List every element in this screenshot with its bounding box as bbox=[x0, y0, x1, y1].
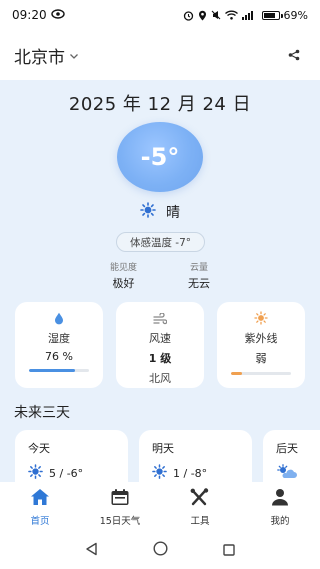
system-nav-bar bbox=[0, 532, 320, 569]
wind-title: 风速 bbox=[149, 332, 171, 345]
uv-title: 紫外线 bbox=[244, 332, 278, 345]
droplet-icon bbox=[54, 310, 64, 325]
cloud-cover-stat: 云量 无云 bbox=[188, 260, 210, 291]
current-temperature: -5° bbox=[140, 143, 180, 171]
wind-icon bbox=[153, 310, 168, 325]
condition-text: 晴 bbox=[166, 205, 180, 221]
mute-icon bbox=[211, 10, 221, 20]
partly-cloudy-icon bbox=[276, 464, 298, 482]
battery-percent: 69% bbox=[283, 8, 308, 22]
wifi-icon bbox=[224, 10, 238, 20]
nav-home[interactable]: 首页 bbox=[0, 488, 80, 527]
uv-value: 弱 bbox=[255, 352, 267, 365]
forecast-day: 明天 bbox=[152, 442, 174, 455]
visibility-value: 极好 bbox=[112, 277, 135, 290]
top-bar: 北京市 bbox=[0, 30, 320, 80]
sun-icon bbox=[140, 202, 156, 222]
uv-bar bbox=[231, 372, 291, 375]
forecast-row[interactable]: 今天 5 / -6° 明天 1 / -8° 后天 bbox=[15, 430, 320, 482]
uv-card[interactable]: 紫外线 弱 bbox=[217, 302, 305, 388]
battery-icon bbox=[261, 10, 283, 20]
eye-icon bbox=[50, 8, 65, 22]
forecast-title: 未来三天 bbox=[14, 405, 70, 421]
sun-icon bbox=[28, 464, 43, 482]
detail-cards: 湿度 76 % 风速 1 级 北风 紫外线 弱 bbox=[15, 302, 305, 388]
feels-like-badge: 体感温度 -7° bbox=[116, 232, 205, 252]
chevron-down-icon bbox=[69, 45, 79, 65]
nav-profile[interactable]: 我的 bbox=[240, 488, 320, 527]
forecast-card-today[interactable]: 今天 5 / -6° bbox=[15, 430, 128, 482]
share-button[interactable] bbox=[282, 43, 306, 67]
status-bar: 09:20 69% bbox=[0, 0, 320, 30]
sun-icon bbox=[152, 464, 167, 482]
nav-tools-label: 工具 bbox=[190, 515, 210, 527]
humidity-title: 湿度 bbox=[48, 332, 70, 345]
uv-sun-icon bbox=[254, 310, 268, 325]
humidity-bar bbox=[29, 369, 89, 372]
visibility-label: 能见度 bbox=[110, 263, 138, 273]
condition-row: 晴 bbox=[0, 202, 320, 222]
nav-home-label: 首页 bbox=[30, 515, 50, 527]
forecast-card-tomorrow[interactable]: 明天 1 / -8° bbox=[139, 430, 252, 482]
nav-15-day[interactable]: 15日天气 bbox=[80, 488, 160, 527]
forecast-day: 后天 bbox=[276, 442, 298, 455]
humidity-card[interactable]: 湿度 76 % bbox=[15, 302, 103, 388]
forecast-temp: 5 / -6° bbox=[49, 466, 84, 480]
back-icon[interactable] bbox=[85, 541, 98, 560]
humidity-value: 76 % bbox=[45, 350, 73, 363]
tools-icon bbox=[190, 487, 210, 510]
forecast-temp: 1 / -8° bbox=[173, 466, 208, 480]
nav-15-day-label: 15日天气 bbox=[99, 515, 141, 527]
status-time: 09:20 bbox=[12, 8, 47, 22]
bottom-nav: 首页 15日天气 工具 我的 bbox=[0, 482, 320, 532]
wind-direction: 北风 bbox=[149, 372, 171, 385]
nav-tools[interactable]: 工具 bbox=[160, 487, 240, 527]
home-icon bbox=[30, 488, 50, 510]
forecast-card-day-after[interactable]: 后天 bbox=[263, 430, 320, 482]
city-selector[interactable]: 北京市 bbox=[14, 43, 79, 68]
forecast-day: 今天 bbox=[28, 442, 50, 455]
humidity-bar-fill bbox=[29, 369, 75, 372]
cloud-cover-value: 无云 bbox=[188, 277, 210, 290]
cloud-cover-label: 云量 bbox=[189, 263, 208, 273]
alarm-icon bbox=[183, 10, 194, 21]
weather-content: 2025 年 12 月 24 日 -5° 晴 体感温度 -7° 能见度 极好 云… bbox=[0, 80, 320, 482]
location-icon bbox=[198, 10, 207, 21]
wind-card[interactable]: 风速 1 级 北风 bbox=[116, 302, 204, 388]
share-icon bbox=[288, 46, 300, 65]
mini-stats: 能见度 极好 云量 无云 bbox=[110, 260, 210, 291]
uv-bar-fill bbox=[231, 372, 242, 375]
wind-value: 1 级 bbox=[148, 352, 172, 365]
city-name: 北京市 bbox=[14, 47, 65, 68]
recents-icon[interactable] bbox=[223, 541, 235, 560]
visibility-stat: 能见度 极好 bbox=[110, 260, 137, 291]
current-date: 2025 年 12 月 24 日 bbox=[68, 94, 252, 115]
signal-icon bbox=[241, 10, 256, 20]
calendar-icon bbox=[110, 488, 130, 510]
temperature-circle: -5° bbox=[117, 122, 203, 192]
user-icon bbox=[270, 488, 290, 510]
home-circle-icon[interactable] bbox=[153, 541, 168, 560]
nav-profile-label: 我的 bbox=[270, 515, 290, 527]
